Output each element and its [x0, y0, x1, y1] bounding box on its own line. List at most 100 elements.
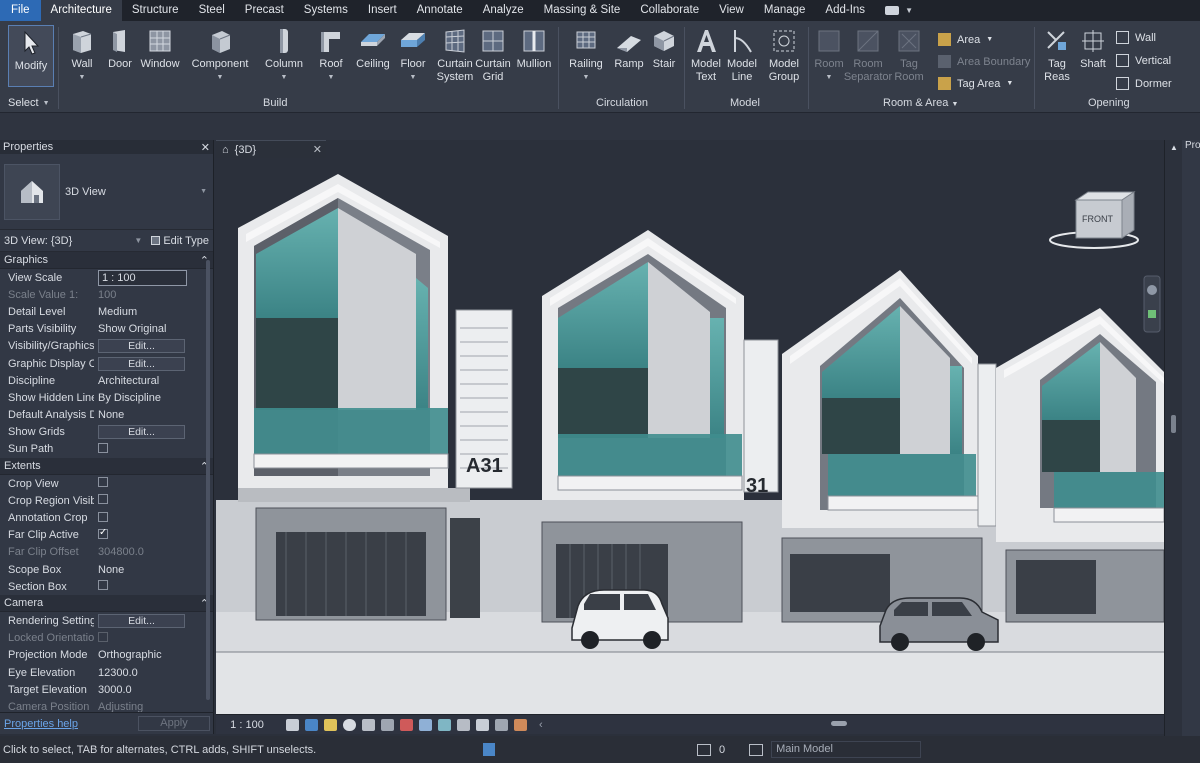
- checkbox[interactable]: [98, 442, 108, 453]
- 3d-model-view: A31 31 FRONT: [216, 158, 1164, 714]
- menu-tab-view[interactable]: View: [709, 0, 754, 21]
- menu-tab-manage[interactable]: Manage: [754, 0, 816, 21]
- menu-file[interactable]: File: [0, 0, 41, 21]
- menu-tab-massing-site[interactable]: Massing & Site: [534, 0, 631, 21]
- shaft-icon: [1079, 27, 1107, 55]
- chevron-down-icon: ▼: [200, 188, 207, 195]
- edit-button[interactable]: Edit...: [98, 339, 185, 354]
- menu-tab-structure[interactable]: Structure: [122, 0, 189, 21]
- room-area-panel-label[interactable]: Room & Area ▼: [883, 97, 958, 109]
- lock-3d-icon[interactable]: [419, 718, 432, 731]
- model-line-tool[interactable]: Model Line: [724, 27, 760, 84]
- category-graphics[interactable]: Graphics ⌃: [0, 252, 213, 269]
- stair-tool[interactable]: Stair: [648, 27, 680, 71]
- door-tool[interactable]: Door: [106, 27, 134, 71]
- horizontal-scroll-thumb[interactable]: [831, 721, 847, 726]
- menu-tab-precast[interactable]: Precast: [235, 0, 294, 21]
- mullion-tool[interactable]: Mullion: [514, 27, 554, 71]
- navigation-bar[interactable]: [1143, 275, 1161, 333]
- properties-help-link[interactable]: Properties help: [4, 718, 78, 730]
- checkbox[interactable]: [98, 511, 108, 522]
- room-tool[interactable]: Room ▼: [812, 27, 846, 84]
- visual-style-icon[interactable]: [305, 718, 318, 731]
- active-model-select[interactable]: Main Model: [771, 741, 922, 758]
- menu-tab-insert[interactable]: Insert: [358, 0, 407, 21]
- view-scale[interactable]: 1 : 100: [216, 719, 278, 731]
- sun-path-icon[interactable]: [324, 718, 337, 731]
- menu-tab-systems[interactable]: Systems: [294, 0, 358, 21]
- shaft-tool[interactable]: Shaft: [1076, 27, 1110, 71]
- modify-tool[interactable]: Modify: [12, 29, 50, 73]
- zoom-icon[interactable]: [1148, 310, 1156, 318]
- close-icon[interactable]: ✕: [313, 143, 322, 156]
- category-extents[interactable]: Extents ⌃: [0, 458, 213, 476]
- steering-wheel-icon[interactable]: [1147, 285, 1157, 295]
- checkbox[interactable]: [98, 580, 108, 591]
- contextual-tab-toggle[interactable]: ▼: [875, 0, 923, 21]
- view-right-strip[interactable]: ▲: [1164, 140, 1182, 736]
- menu-tab-steel[interactable]: Steel: [189, 0, 235, 21]
- reveal-hidden-icon[interactable]: [457, 718, 470, 731]
- render-icon[interactable]: [362, 718, 375, 731]
- type-selector[interactable]: 3D View ▼: [0, 154, 213, 230]
- column-tool[interactable]: Column ▼: [264, 27, 304, 84]
- crop-view-icon[interactable]: [381, 718, 394, 731]
- drawing-canvas[interactable]: A31 31 FRONT: [216, 158, 1164, 714]
- edit-button[interactable]: Edit...: [98, 613, 185, 628]
- edit-button[interactable]: Edit...: [98, 356, 185, 371]
- railing-tool[interactable]: Railing ▼: [566, 27, 606, 84]
- menu-tab-analyze[interactable]: Analyze: [473, 0, 534, 21]
- roof-tool[interactable]: Roof ▼: [314, 27, 348, 84]
- wall-opening-button[interactable]: Wall: [1116, 31, 1156, 44]
- floor-tool[interactable]: Floor ▼: [396, 27, 430, 84]
- dormer-opening-button[interactable]: Dormer: [1116, 77, 1172, 90]
- menu-tab-architecture[interactable]: Architecture: [40, 0, 122, 21]
- checkbox[interactable]: [98, 528, 108, 539]
- select-dropdown[interactable]: Select ▼: [8, 97, 50, 110]
- view-tab-3d[interactable]: ⌂ {3D} ✕: [216, 140, 326, 158]
- curtain-system-tool[interactable]: Curtain System: [436, 27, 474, 84]
- chevron-up-icon[interactable]: ▲: [1170, 143, 1178, 152]
- menu-tab-add-ins[interactable]: Add-Ins: [815, 0, 875, 21]
- checkbox[interactable]: [98, 477, 108, 488]
- category-camera[interactable]: Camera ⌃: [0, 595, 213, 613]
- properties-scrollbar[interactable]: [206, 260, 210, 700]
- curtain-grid-tool[interactable]: Curtain Grid: [475, 27, 511, 84]
- design-options-icon[interactable]: [749, 743, 764, 756]
- analysis-icon[interactable]: [476, 718, 489, 731]
- ramp-tool[interactable]: Ramp: [612, 27, 646, 71]
- model-group-tool[interactable]: Model Group: [764, 27, 804, 84]
- show-crop-icon[interactable]: [400, 718, 413, 731]
- area-boundary-button[interactable]: Area Boundary: [938, 55, 1030, 68]
- detail-level-icon[interactable]: [286, 718, 299, 731]
- by-face-tool[interactable]: Tag Reas: [1040, 27, 1074, 84]
- constraints-icon[interactable]: [514, 718, 527, 731]
- tag-area-button[interactable]: Tag Area ▼: [938, 77, 1013, 90]
- close-icon[interactable]: ✕: [201, 141, 210, 154]
- chevron-left-icon[interactable]: ‹: [539, 719, 543, 731]
- component-tool[interactable]: Component ▼: [190, 27, 250, 84]
- window-tool[interactable]: Window: [140, 27, 180, 71]
- highlight-icon[interactable]: [495, 718, 508, 731]
- model-panel-label: Model: [730, 97, 760, 109]
- apply-button[interactable]: Apply: [138, 716, 210, 731]
- vertical-opening-button[interactable]: Vertical: [1116, 54, 1171, 67]
- edit-button[interactable]: Edit...: [98, 425, 185, 440]
- wall-tool[interactable]: Wall ▼: [68, 27, 96, 84]
- shadows-icon[interactable]: [343, 718, 356, 731]
- edit-type-button[interactable]: ▼ Edit Type: [134, 235, 209, 247]
- vertical-scroll-thumb[interactable]: [1171, 415, 1176, 433]
- room-separator-tool[interactable]: Room Separator: [842, 27, 894, 84]
- menu-tab-collaborate[interactable]: Collaborate: [630, 0, 709, 21]
- instance-selector[interactable]: 3D View: {3D}: [4, 235, 72, 247]
- selection-filter-icon[interactable]: [697, 743, 711, 756]
- area-button[interactable]: Area ▼: [938, 33, 993, 46]
- temp-hide-icon[interactable]: [438, 718, 451, 731]
- view-scale-input[interactable]: 1 : 100: [98, 269, 187, 286]
- tag-room-tool[interactable]: Tag Room: [892, 27, 926, 84]
- ceiling-tool[interactable]: Ceiling: [354, 27, 392, 71]
- model-text-tool[interactable]: Model Text: [688, 27, 724, 84]
- worksets-icon[interactable]: [483, 743, 495, 756]
- checkbox[interactable]: [98, 494, 108, 505]
- menu-tab-annotate[interactable]: Annotate: [407, 0, 473, 21]
